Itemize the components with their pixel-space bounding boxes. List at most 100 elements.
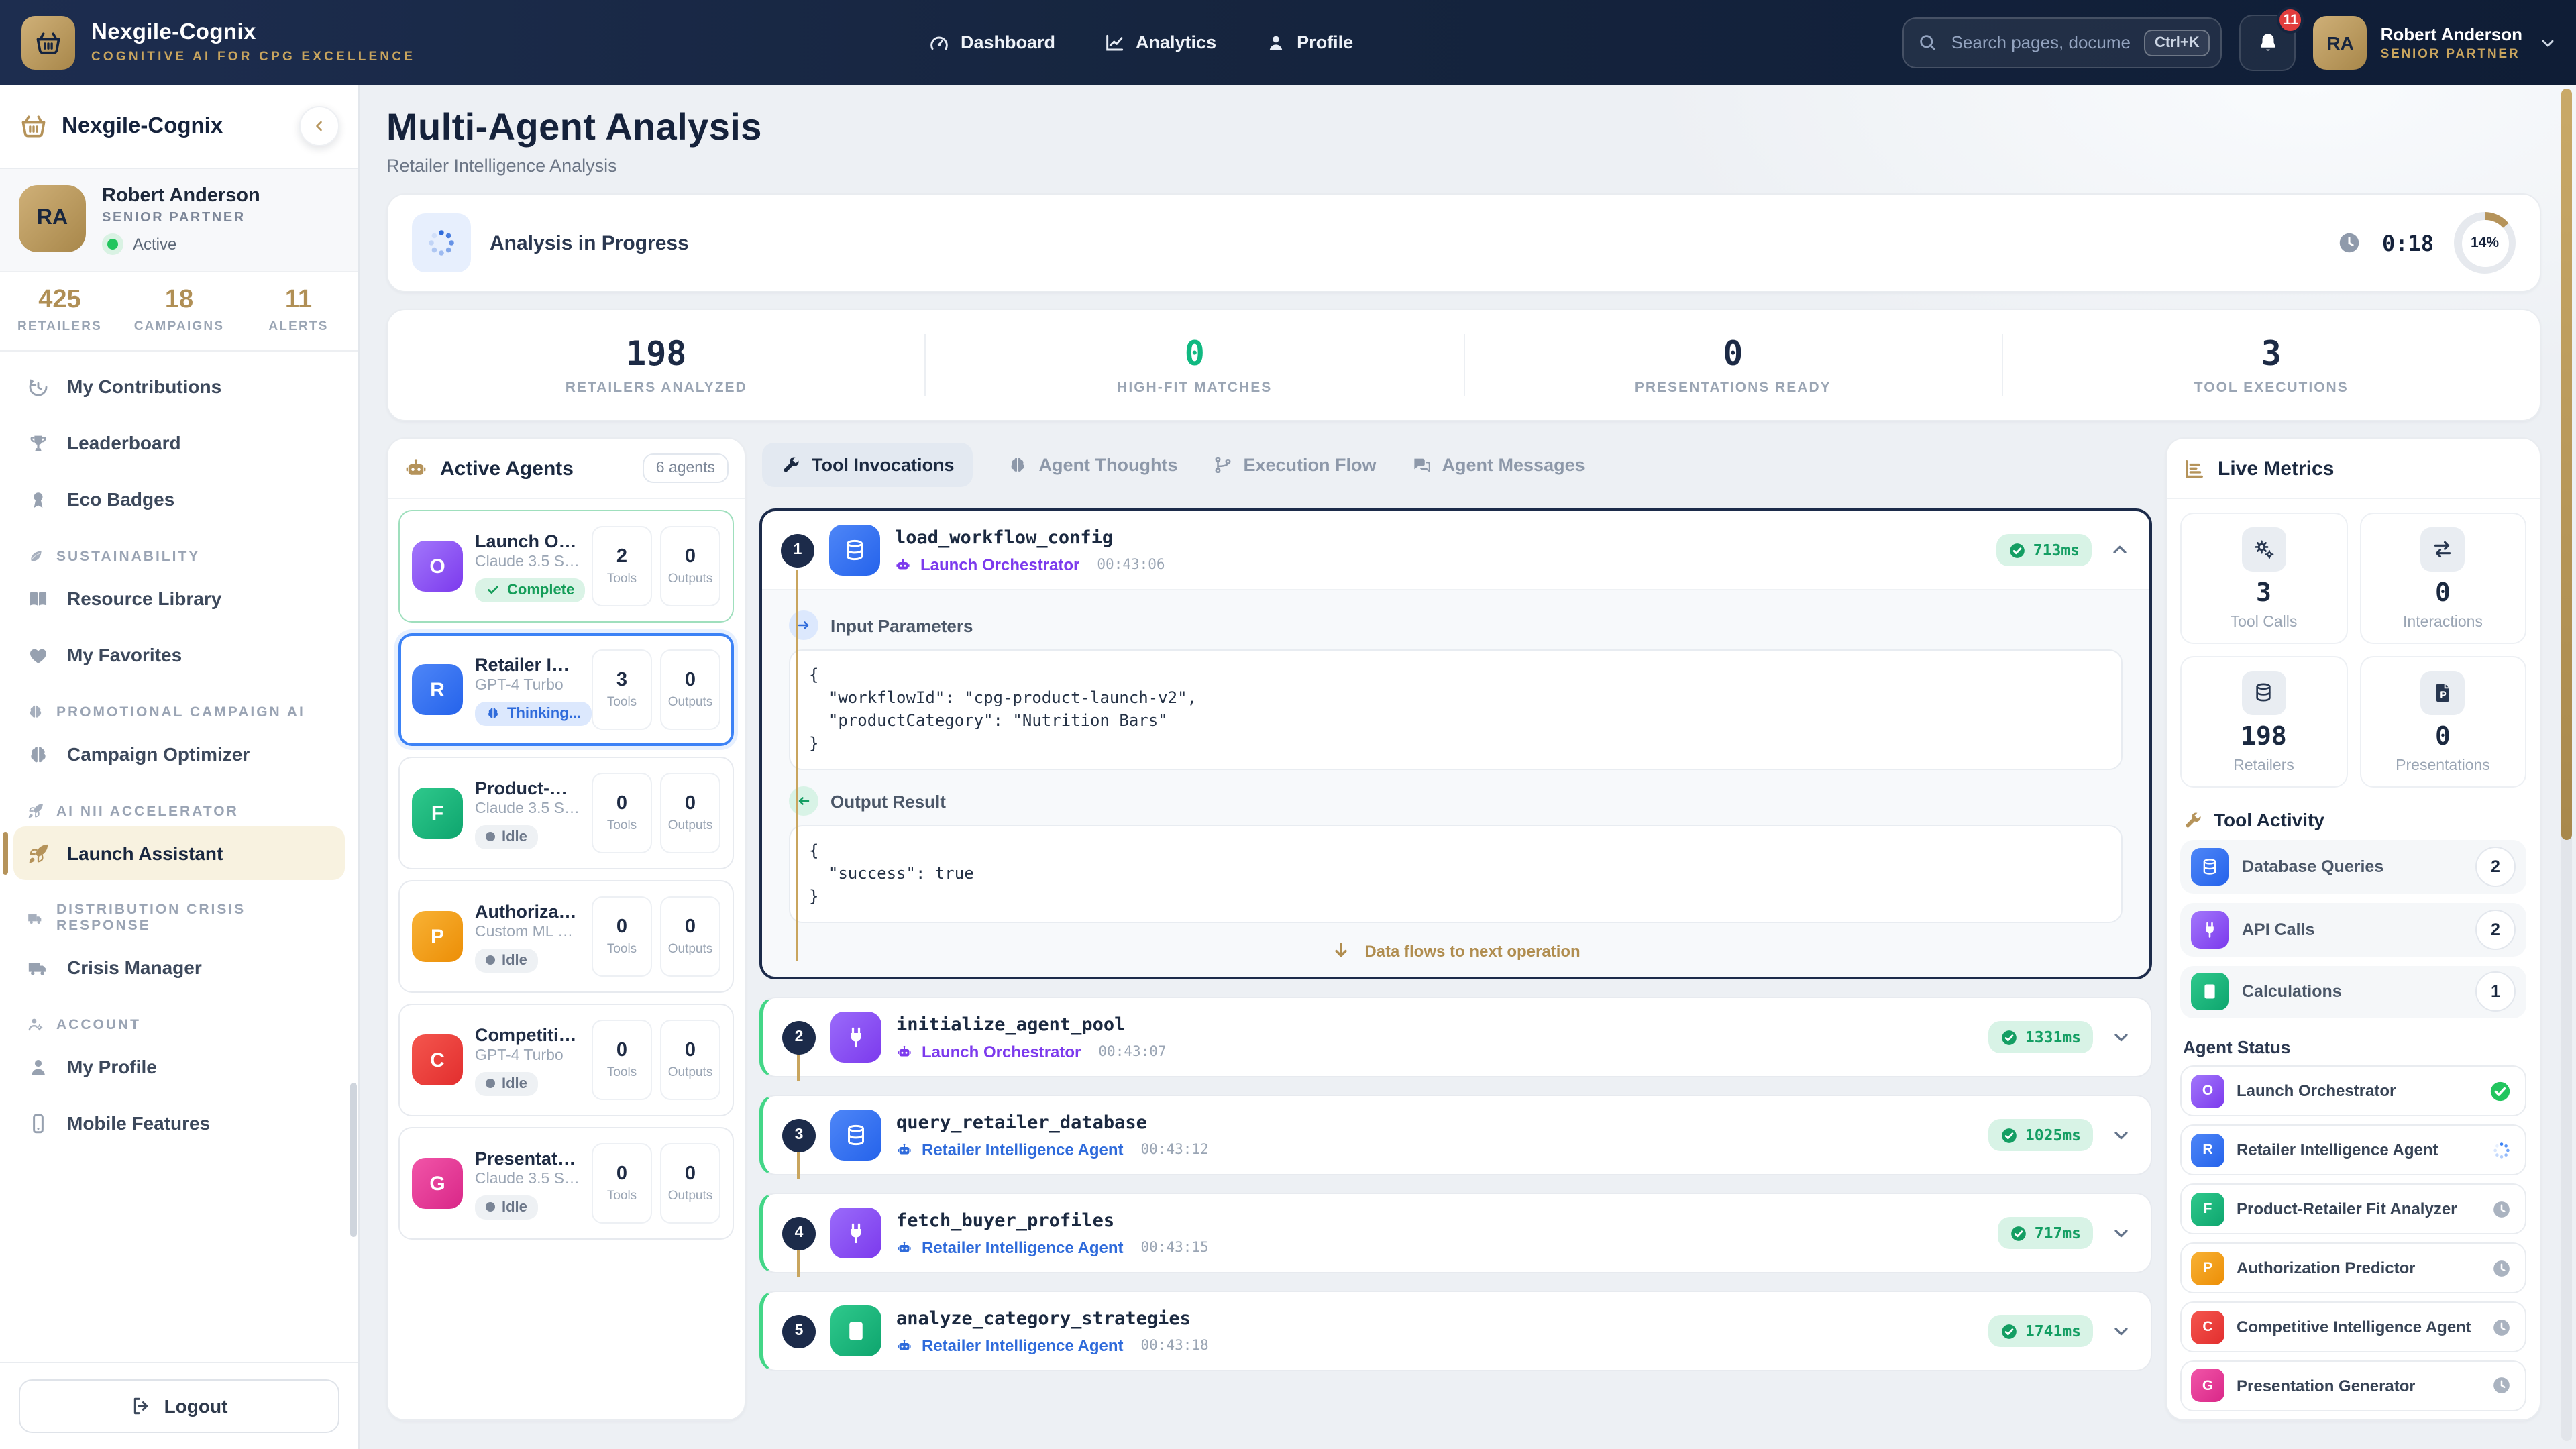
chevron-down-icon[interactable] [2110, 1124, 2132, 1146]
metric-presentations: 0 Presentations [2359, 656, 2526, 788]
invocation-5-header[interactable]: 5 analyze_category_strategies Retailer I… [763, 1292, 2151, 1370]
chevron-up-icon[interactable] [2109, 539, 2131, 561]
sidebar-scrollbar-thumb[interactable] [350, 1083, 357, 1237]
sidebar-item-launch-assistant[interactable]: Launch Assistant [13, 826, 345, 880]
book-open-icon [27, 587, 50, 610]
sidebar-collapse-button[interactable] [299, 106, 339, 146]
invocation-3-header[interactable]: 3 query_retailer_database Retailer Intel… [763, 1096, 2151, 1174]
agent-card-launch-orchestrator[interactable]: O Launch Orchestrator Claude 3.5 Sonnet … [398, 510, 734, 623]
tab-tool-invocations[interactable]: Tool Invocations [762, 442, 973, 486]
sidebar-item-leaderboard[interactable]: Leaderboard [13, 416, 345, 470]
agent-card-competitive-intelligence[interactable]: C Competitive Intelligence Agent GPT-4 T… [398, 1004, 734, 1116]
line-chart-icon [1104, 32, 1125, 53]
agent-avatar: R [412, 664, 463, 715]
tools-count: 0Tools [592, 773, 652, 853]
sidebar-item-my-favorites[interactable]: My Favorites [13, 628, 345, 682]
sidebar-item-my-contributions[interactable]: My Contributions [13, 360, 345, 413]
check-circle-icon [2010, 1224, 2028, 1242]
agent-card-retailer-intelligence[interactable]: R Retailer Intelligence Agent GPT-4 Turb… [398, 633, 734, 746]
search-box[interactable]: Ctrl+K [1903, 17, 2222, 68]
step-number: 1 [781, 533, 814, 567]
chevron-down-icon[interactable] [2110, 1026, 2132, 1048]
page-title: Multi-Agent Analysis [386, 106, 2541, 149]
nav-profile[interactable]: Profile [1265, 32, 1353, 53]
wrench-icon [2183, 810, 2203, 830]
stat-tool-executions: 3 TOOL EXECUTIONS [2002, 334, 2540, 396]
outputs-count: 0Outputs [660, 526, 720, 606]
page-scrollbar-thumb[interactable] [2561, 89, 2572, 840]
heart-icon [27, 643, 50, 666]
invocation-2-header[interactable]: 2 initialize_agent_pool Launch Orchestra… [763, 998, 2151, 1076]
agent-name: Launch Orchestrator [920, 555, 1079, 574]
page-scrollbar[interactable] [2561, 89, 2572, 1441]
tab-agent-thoughts[interactable]: Agent Thoughts [1008, 454, 1178, 474]
stat-campaigns: 18 CAMPAIGNS [119, 286, 239, 334]
input-json: { "workflowId": "cpg-product-launch-v2",… [789, 649, 2123, 770]
sidebar-item-my-profile[interactable]: My Profile [13, 1040, 345, 1093]
robot-icon [404, 456, 428, 480]
sidebar-item-crisis-manager[interactable]: Crisis Manager [13, 941, 345, 994]
sidebar-item-campaign-optimizer[interactable]: Campaign Optimizer [13, 727, 345, 781]
nav-dashboard[interactable]: Dashboard [928, 32, 1055, 53]
agent-card-presentation-generator[interactable]: G Presentation Generator Claude 3.5 Sonn… [398, 1127, 734, 1240]
search-input[interactable] [1949, 31, 2133, 54]
nav-label: Dashboard [961, 32, 1055, 52]
count-badge: 1 [2475, 972, 2516, 1012]
activity-calculations: Calculations 1 [2180, 965, 2526, 1019]
sidebar-user-card: RA Robert Anderson SENIOR PARTNER Active [0, 169, 358, 272]
output-label: Output Result [830, 791, 946, 811]
sidebar-item-mobile-features[interactable]: Mobile Features [13, 1096, 345, 1150]
sidebar-footer: Logout [0, 1362, 358, 1449]
status-authorization-predictor: P Authorization Predictor [2180, 1242, 2526, 1293]
tools-count: 2Tools [592, 526, 652, 606]
agent-card-product-retailer-fit[interactable]: F Product-Retailer Fit Analyzer Claude 3… [398, 757, 734, 869]
sidebar-item-eco-badges[interactable]: Eco Badges [13, 472, 345, 526]
calculator-icon [2191, 973, 2229, 1011]
duration-badge: 717ms [1998, 1217, 2093, 1249]
invocation-4-header[interactable]: 4 fetch_buyer_profiles Retailer Intellig… [763, 1194, 2151, 1272]
brand-logo [21, 15, 75, 69]
invocation-1-header[interactable]: 1 load_workflow_config Launch Orchestrat… [762, 511, 2149, 589]
invocation-1: 1 load_workflow_config Launch Orchestrat… [759, 508, 2152, 979]
duration-badge: 1025ms [1989, 1119, 2093, 1151]
nav-analytics[interactable]: Analytics [1104, 32, 1216, 53]
section-distribution-crisis-response: DISTRIBUTION CRISIS RESPONSE [13, 902, 345, 934]
agent-card-authorization-predictor[interactable]: P Authorization Predictor Custom ML + GP… [398, 880, 734, 993]
database-icon [2242, 670, 2286, 714]
outputs-count: 0Outputs [660, 1143, 720, 1224]
rocket-icon [27, 842, 50, 865]
nav-label: Analytics [1136, 32, 1216, 52]
section-ai-nii-accelerator: AI NII ACCELERATOR [13, 802, 345, 820]
chevron-down-icon[interactable] [2110, 1320, 2132, 1342]
status-competitive-intelligence-agent: C Competitive Intelligence Agent [2180, 1301, 2526, 1352]
notification-count-badge: 11 [2277, 6, 2304, 33]
sidebar-item-resource-library[interactable]: Resource Library [13, 572, 345, 625]
chevron-down-icon[interactable] [2110, 1222, 2132, 1244]
sidebar-menu: My Contributions Leaderboard Eco Badges … [0, 352, 358, 1362]
logout-button[interactable]: Logout [19, 1379, 339, 1433]
invocation-list: 1 load_workflow_config Launch Orchestrat… [759, 508, 2152, 1371]
tools-count: 0Tools [592, 896, 652, 977]
step-number: 5 [782, 1314, 816, 1348]
output-icon [789, 786, 818, 816]
status-product-retailer-fit-analyzer: F Product-Retailer Fit Analyzer [2180, 1183, 2526, 1234]
notifications-button[interactable]: 11 [2240, 14, 2296, 70]
timestamp: 00:43:12 [1141, 1141, 1209, 1157]
clock-icon [2491, 1258, 2512, 1278]
spinner-tile [412, 213, 471, 272]
data-flow-note: Data flows to next operation [789, 941, 2123, 961]
tool-name: analyze_category_strategies [896, 1307, 1209, 1329]
shopping-basket-icon [19, 111, 48, 141]
step-number: 4 [782, 1216, 816, 1250]
user-menu[interactable]: RA Robert Anderson SENIOR PARTNER [2314, 15, 2557, 69]
user-status: Active [102, 233, 260, 255]
agent-name: Retailer Intelligence Agent [922, 1238, 1124, 1256]
chevron-down-icon[interactable] [2538, 33, 2557, 52]
user-role: SENIOR PARTNER [2381, 46, 2522, 61]
page-subtitle: Retailer Intelligence Analysis [386, 156, 2541, 176]
output-json: { "success": true } [789, 825, 2123, 923]
tab-agent-messages[interactable]: Agent Messages [1411, 454, 1585, 474]
tab-execution-flow[interactable]: Execution Flow [1213, 454, 1377, 474]
tool-name: initialize_agent_pool [896, 1014, 1167, 1035]
user-name: Robert Anderson [2381, 23, 2522, 44]
